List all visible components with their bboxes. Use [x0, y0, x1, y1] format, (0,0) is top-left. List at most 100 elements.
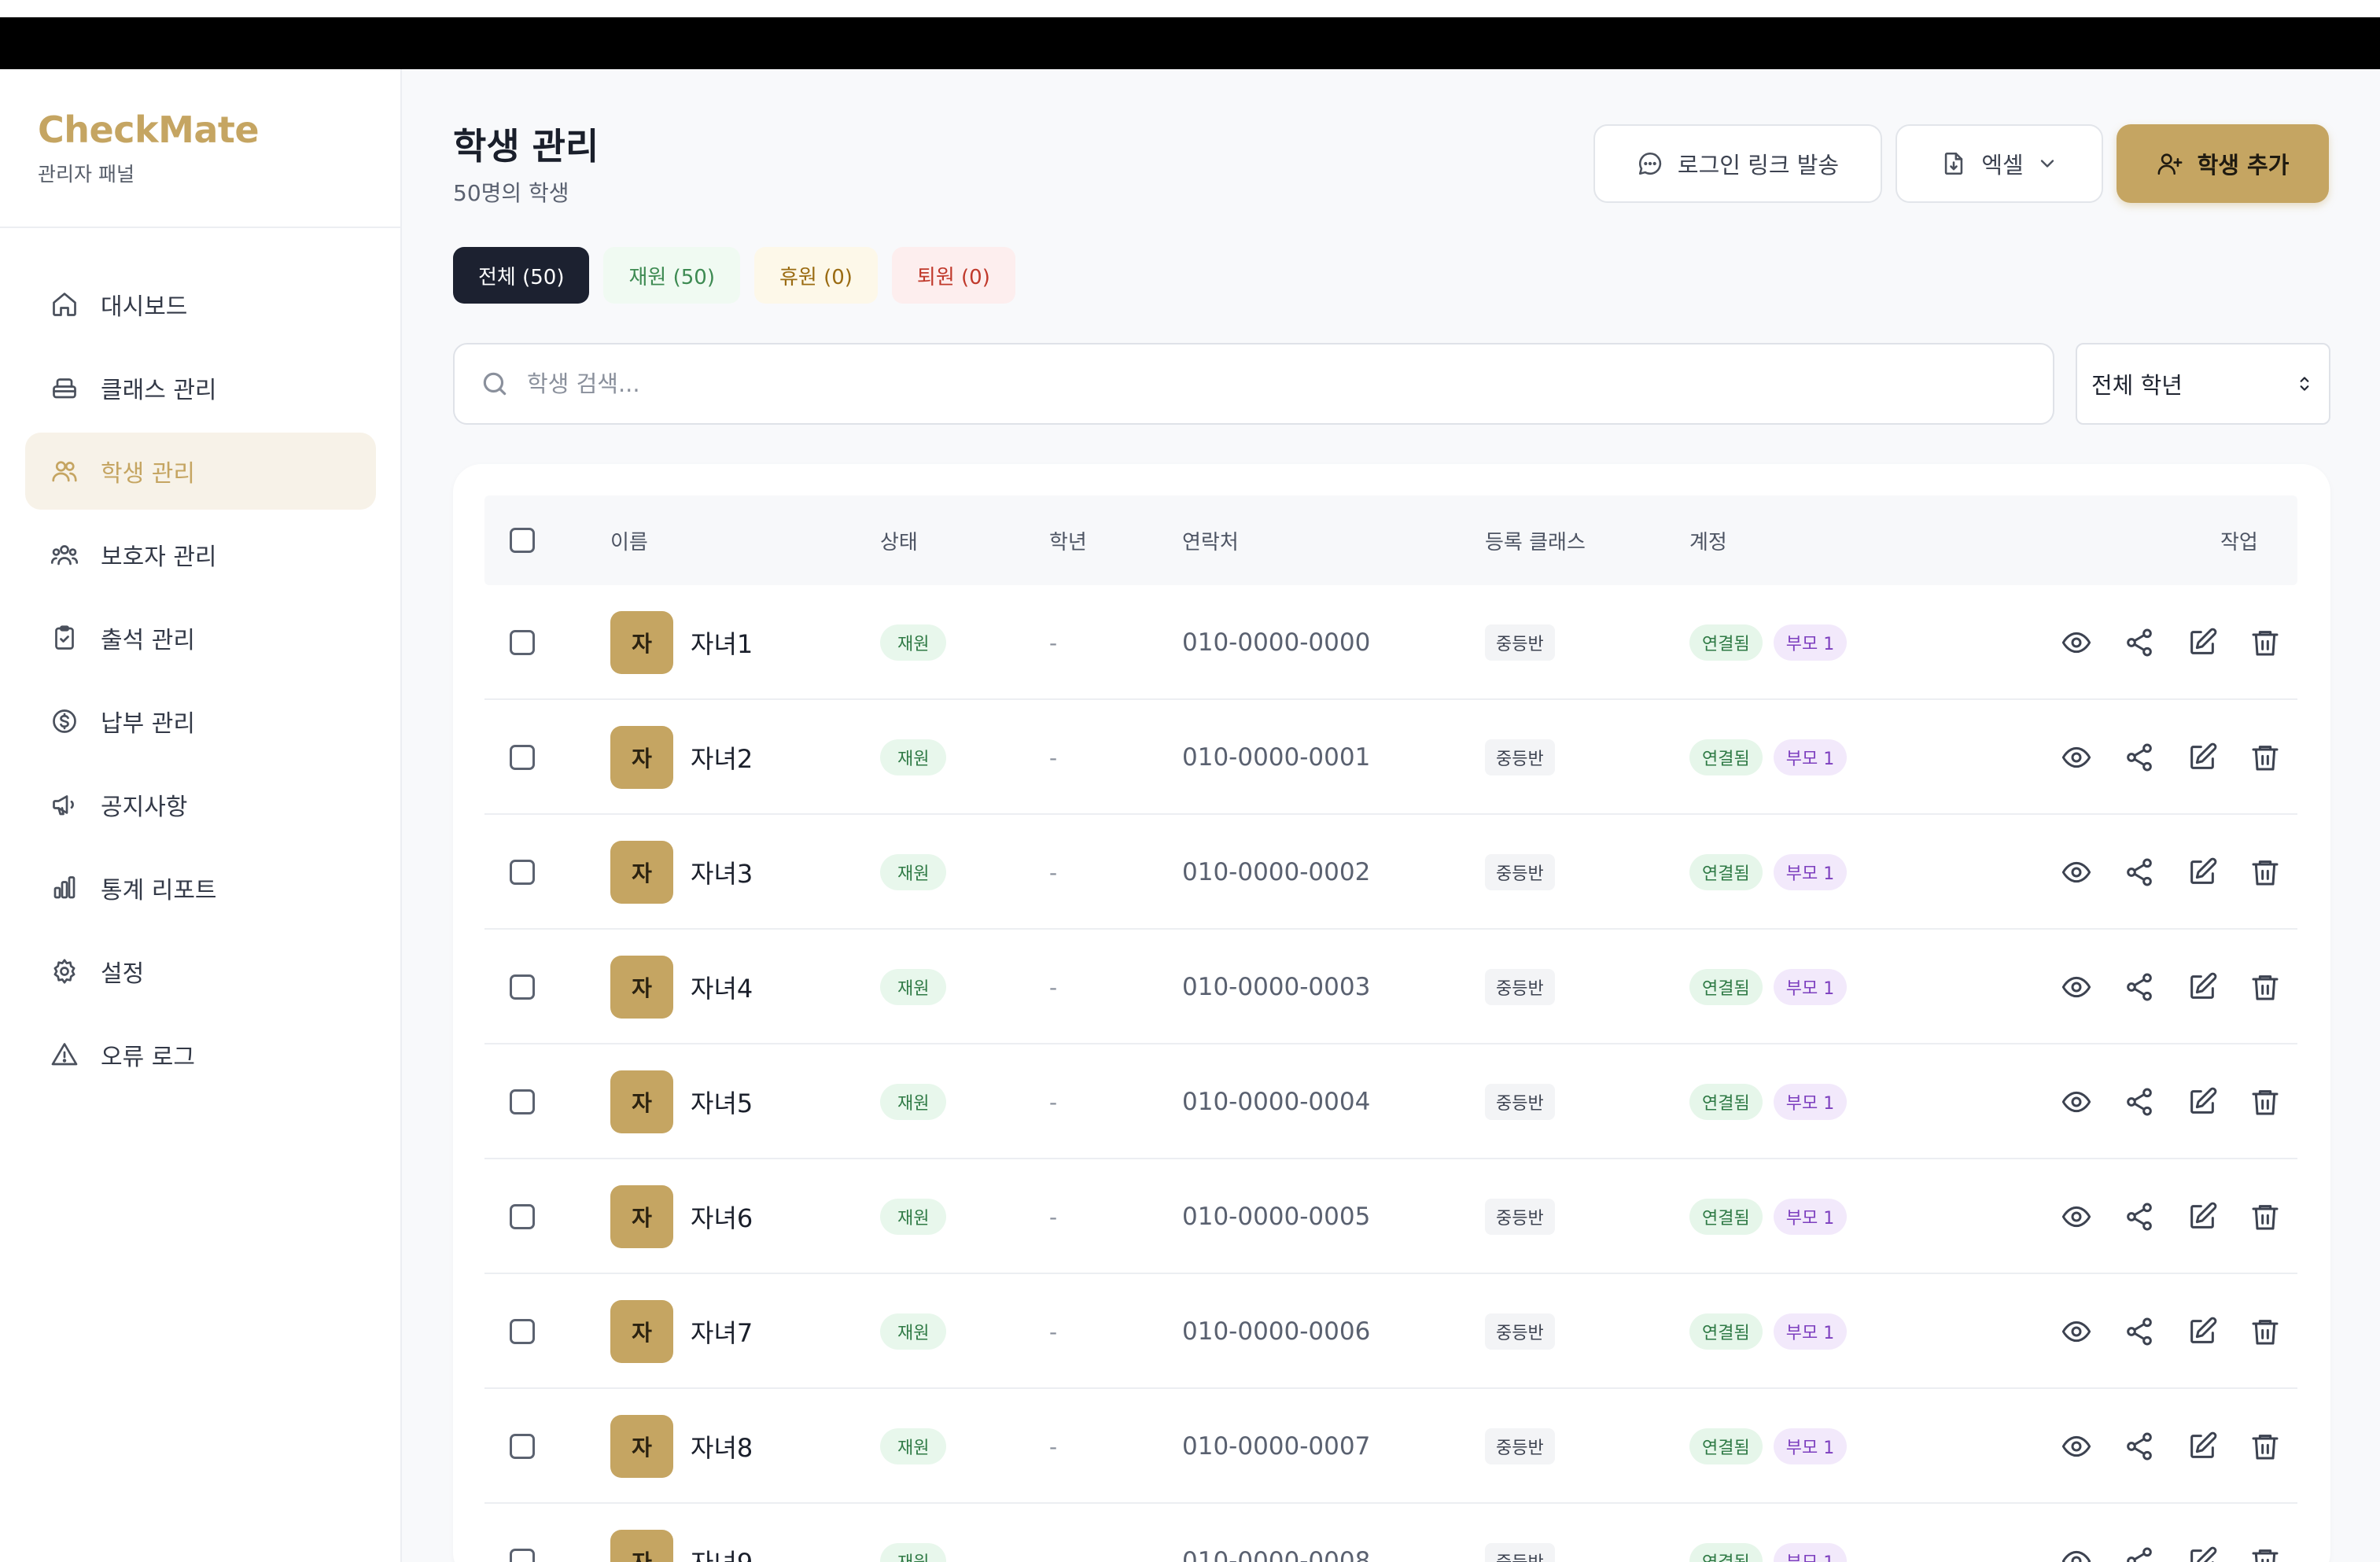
sidebar-item-notices[interactable]: 공지사항: [25, 766, 376, 843]
share-icon[interactable]: [2124, 1316, 2155, 1347]
sidebar-item-dashboard[interactable]: 대시보드: [25, 266, 376, 343]
table-row[interactable]: 자 자녀7 재원 - 010-0000-0006 중등반 연결됨 부모 1: [484, 1274, 2297, 1389]
table-row[interactable]: 자 자녀3 재원 - 010-0000-0002 중등반 연결됨 부모 1: [484, 815, 2297, 930]
row-checkbox[interactable]: [510, 1549, 535, 1562]
select-all-checkbox[interactable]: [510, 528, 535, 553]
sidebar-item-classes[interactable]: 클래스 관리: [25, 349, 376, 426]
class-cell: 중등반: [1485, 930, 1555, 1044]
share-icon[interactable]: [2124, 1545, 2155, 1562]
student-name[interactable]: 자녀1: [691, 624, 753, 661]
phone-number: 010-0000-0007: [1182, 1432, 1371, 1461]
row-checkbox[interactable]: [510, 1319, 535, 1344]
row-checkbox[interactable]: [510, 1089, 535, 1114]
sidebar-item-settings[interactable]: 설정: [25, 933, 376, 1010]
student-name[interactable]: 자녀2: [691, 739, 753, 775]
share-icon[interactable]: [2124, 1431, 2155, 1462]
tab-all[interactable]: 전체 (50): [453, 247, 590, 304]
status-cell: 재원: [880, 1159, 947, 1274]
tab-enrolled[interactable]: 재원 (50): [603, 247, 740, 304]
search-input[interactable]: [527, 370, 2021, 397]
student-name[interactable]: 자녀3: [691, 854, 753, 890]
row-checkbox[interactable]: [510, 1434, 535, 1459]
student-name[interactable]: 자녀8: [691, 1428, 753, 1464]
delete-icon[interactable]: [2249, 742, 2281, 773]
sidebar-item-error-log[interactable]: 오류 로그: [25, 1016, 376, 1093]
table-row[interactable]: 자 자녀1 재원 - 010-0000-0000 중등반 연결됨 부모 1: [484, 585, 2297, 700]
view-icon[interactable]: [2061, 1316, 2092, 1347]
edit-icon[interactable]: [2187, 1316, 2218, 1347]
view-icon[interactable]: [2061, 971, 2092, 1003]
view-icon[interactable]: [2061, 1545, 2092, 1562]
sidebar-item-students[interactable]: 학생 관리: [25, 433, 376, 510]
edit-icon[interactable]: [2187, 857, 2218, 888]
student-name[interactable]: 자녀7: [691, 1313, 753, 1350]
share-icon[interactable]: [2124, 857, 2155, 888]
edit-icon[interactable]: [2187, 1086, 2218, 1118]
row-checkbox[interactable]: [510, 630, 535, 655]
col-header-name[interactable]: 이름: [610, 495, 648, 585]
student-name[interactable]: 자녀6: [691, 1199, 753, 1235]
sidebar-item-payments[interactable]: 납부 관리: [25, 683, 376, 760]
sidebar-item-reports[interactable]: 통계 리포트: [25, 849, 376, 927]
student-name[interactable]: 자녀4: [691, 969, 753, 1005]
view-icon[interactable]: [2061, 1086, 2092, 1118]
edit-icon[interactable]: [2187, 1545, 2218, 1562]
col-header-phone[interactable]: 연락처: [1182, 495, 1239, 585]
grade-filter-select[interactable]: 전체 학년: [2076, 343, 2330, 425]
table-row[interactable]: 자 자녀8 재원 - 010-0000-0007 중등반 연결됨 부모 1: [484, 1389, 2297, 1504]
student-name[interactable]: 자녀5: [691, 1084, 753, 1120]
status-badge: 재원: [880, 854, 947, 890]
row-select-cell: [510, 1159, 535, 1274]
class-badge: 중등반: [1485, 1543, 1555, 1562]
top-black-bar: [0, 0, 2380, 69]
status-badge: 재원: [880, 969, 947, 1005]
view-icon[interactable]: [2061, 627, 2092, 658]
delete-icon[interactable]: [2249, 1086, 2281, 1118]
table-row[interactable]: 자 자녀5 재원 - 010-0000-0004 중등반 연결됨 부모 1: [484, 1044, 2297, 1159]
col-header-status[interactable]: 상태: [880, 495, 918, 585]
delete-icon[interactable]: [2249, 1545, 2281, 1562]
col-header-grade[interactable]: 학년: [1049, 495, 1087, 585]
view-icon[interactable]: [2061, 857, 2092, 888]
phone-number: 010-0000-0002: [1182, 858, 1371, 886]
share-icon[interactable]: [2124, 627, 2155, 658]
tab-withdrawn[interactable]: 퇴원 (0): [891, 247, 1015, 304]
student-name[interactable]: 자녀9: [691, 1543, 753, 1562]
sidebar-item-label: 통계 리포트: [101, 877, 217, 904]
share-icon[interactable]: [2124, 971, 2155, 1003]
delete-icon[interactable]: [2249, 1201, 2281, 1232]
row-checkbox[interactable]: [510, 860, 535, 885]
share-icon[interactable]: [2124, 1086, 2155, 1118]
excel-dropdown-button[interactable]: 엑셀: [1896, 124, 2103, 203]
sidebar-item-attendance[interactable]: 출석 관리: [25, 599, 376, 676]
table-row[interactable]: 자 자녀9 재원 - 010-0000-0008 중등반 연결됨 부모 1: [484, 1504, 2297, 1562]
table-row[interactable]: 자 자녀4 재원 - 010-0000-0003 중등반 연결됨 부모 1: [484, 930, 2297, 1044]
edit-icon[interactable]: [2187, 742, 2218, 773]
view-icon[interactable]: [2061, 1431, 2092, 1462]
edit-icon[interactable]: [2187, 627, 2218, 658]
table-header: 이름 상태 학년 연락처 등록 클래스 계정 작업: [484, 495, 2297, 585]
delete-icon[interactable]: [2249, 627, 2281, 658]
row-checkbox[interactable]: [510, 745, 535, 770]
view-icon[interactable]: [2061, 742, 2092, 773]
share-icon[interactable]: [2124, 742, 2155, 773]
delete-icon[interactable]: [2249, 971, 2281, 1003]
edit-icon[interactable]: [2187, 1201, 2218, 1232]
sidebar-item-guardians[interactable]: 보호자 관리: [25, 516, 376, 593]
col-header-classes[interactable]: 등록 클래스: [1485, 495, 1586, 585]
table-row[interactable]: 자 자녀2 재원 - 010-0000-0001 중등반 연결됨 부모 1: [484, 700, 2297, 815]
tab-on-leave[interactable]: 휴원 (0): [753, 247, 878, 304]
edit-icon[interactable]: [2187, 1431, 2218, 1462]
delete-icon[interactable]: [2249, 1431, 2281, 1462]
sidebar-divider: [0, 227, 400, 228]
delete-icon[interactable]: [2249, 857, 2281, 888]
share-icon[interactable]: [2124, 1201, 2155, 1232]
edit-icon[interactable]: [2187, 971, 2218, 1003]
add-student-button[interactable]: 학생 추가: [2117, 124, 2329, 203]
row-checkbox[interactable]: [510, 1204, 535, 1229]
table-row[interactable]: 자 자녀6 재원 - 010-0000-0005 중등반 연결됨 부모 1: [484, 1159, 2297, 1274]
view-icon[interactable]: [2061, 1201, 2092, 1232]
send-login-link-button[interactable]: 로그인 링크 발송: [1593, 124, 1882, 203]
row-checkbox[interactable]: [510, 974, 535, 1000]
delete-icon[interactable]: [2249, 1316, 2281, 1347]
